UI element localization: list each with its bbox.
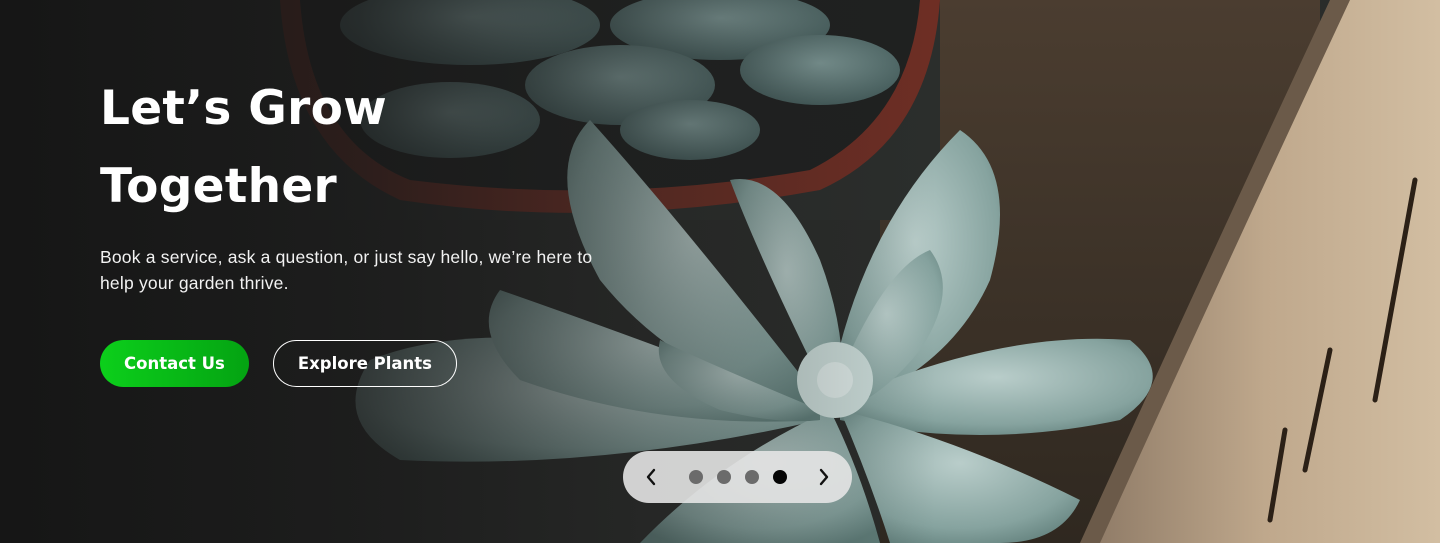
hero-title-line1: Let’s Grow xyxy=(100,81,387,136)
carousel-dot-2[interactable] xyxy=(716,470,731,484)
hero-title-line2: Together xyxy=(100,159,338,214)
hero-content: Let’s Grow Together Book a service, ask … xyxy=(100,70,620,387)
carousel-dot-1[interactable] xyxy=(688,470,703,484)
explore-plants-button[interactable]: Explore Plants xyxy=(272,340,457,387)
carousel-dots xyxy=(688,470,787,484)
hero-title: Let’s Grow Together xyxy=(100,70,620,226)
contact-us-button[interactable]: Contact Us xyxy=(100,340,249,387)
carousel-dot-3[interactable] xyxy=(744,470,759,484)
chevron-left-icon[interactable] xyxy=(641,467,661,487)
chevron-right-icon[interactable] xyxy=(814,467,834,487)
hero-subtitle: Book a service, ask a question, or just … xyxy=(100,247,593,293)
hero-section: Let’s Grow Together Book a service, ask … xyxy=(0,0,1440,543)
hero-actions: Contact Us Explore Plants xyxy=(100,340,620,387)
carousel-controls xyxy=(623,451,852,503)
carousel-dot-4[interactable] xyxy=(772,470,787,484)
